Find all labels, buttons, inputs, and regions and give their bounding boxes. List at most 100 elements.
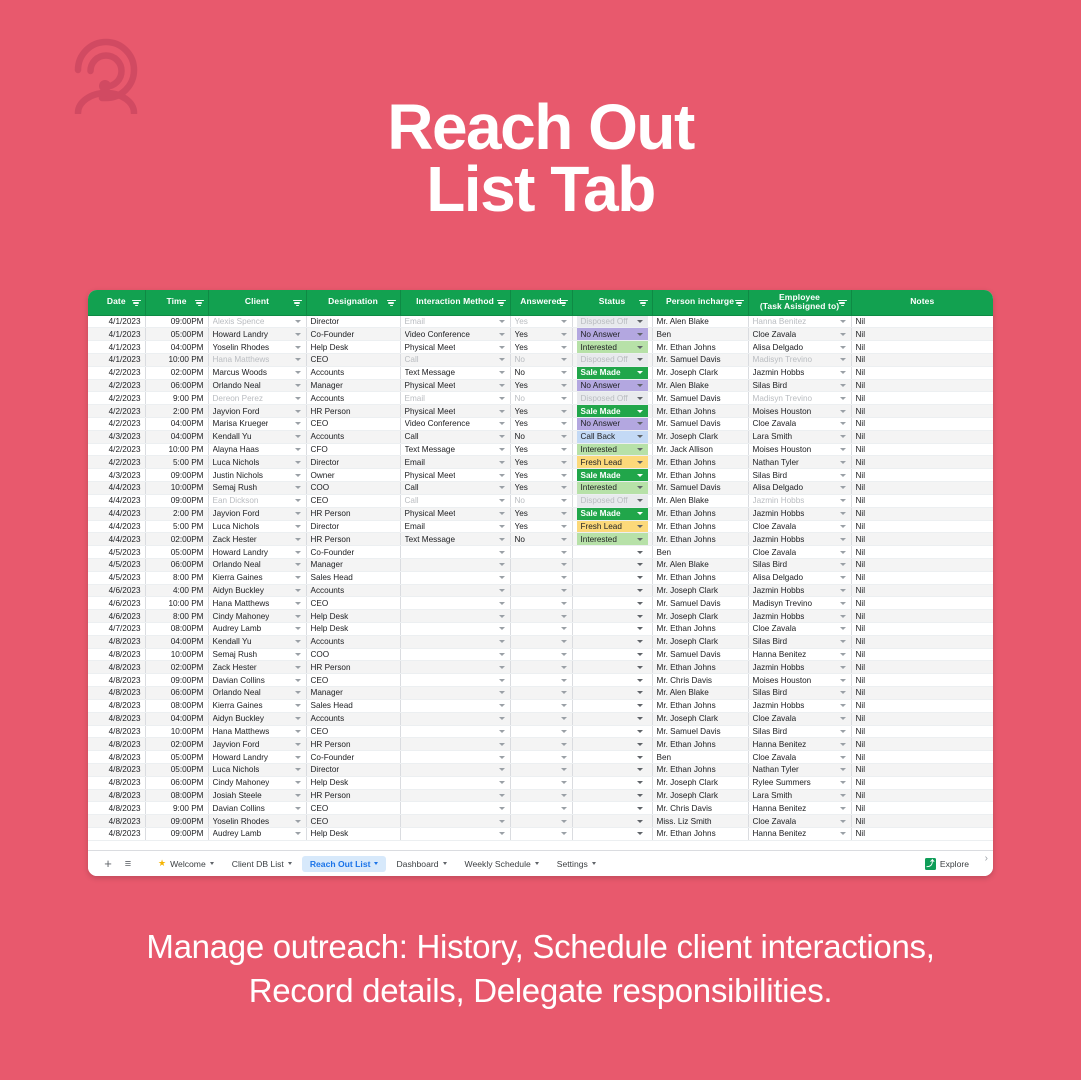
cell-answered[interactable] xyxy=(510,725,573,739)
cell-date[interactable]: 4/8/2023 xyxy=(88,827,146,841)
cell-notes[interactable]: Nil xyxy=(851,417,993,431)
chevron-down-icon[interactable] xyxy=(560,793,567,797)
cell-person-incharge[interactable]: Mr. Joseph Clark xyxy=(652,776,749,790)
cell-interaction-method[interactable]: Call xyxy=(400,430,511,444)
chevron-down-icon[interactable] xyxy=(498,588,505,592)
cell-interaction-method[interactable]: Text Message xyxy=(400,443,511,457)
filter-icon[interactable] xyxy=(496,298,506,307)
chevron-down-icon[interactable] xyxy=(294,319,301,323)
cell-client[interactable]: Justin Nichols xyxy=(208,468,307,483)
cell-answered[interactable] xyxy=(510,686,573,700)
cell-designation[interactable]: HR Person xyxy=(306,507,401,521)
chevron-down-icon[interactable] xyxy=(636,524,643,528)
chevron-down-icon[interactable] xyxy=(839,678,846,682)
col-header-designation[interactable]: Designation xyxy=(306,290,401,316)
cell-notes[interactable]: Nil xyxy=(851,737,993,752)
cell-answered[interactable] xyxy=(510,750,573,764)
chevron-down-icon[interactable] xyxy=(498,422,505,426)
cell-person-incharge[interactable]: Mr. Samuel Davis xyxy=(652,391,749,406)
filter-icon[interactable] xyxy=(131,298,141,307)
cell-notes[interactable]: Nil xyxy=(851,596,993,611)
cell-date[interactable]: 4/4/2023 xyxy=(88,494,146,508)
cell-answered[interactable]: Yes xyxy=(510,455,573,470)
cell-answered[interactable] xyxy=(510,609,573,623)
chevron-down-icon[interactable] xyxy=(294,588,301,592)
cell-notes[interactable]: Nil xyxy=(851,366,993,380)
cell-designation[interactable]: Manager xyxy=(306,558,401,572)
chevron-down-icon[interactable] xyxy=(294,781,301,785)
cell-time[interactable]: 05:00PM xyxy=(145,545,209,559)
table-row[interactable]: 4/5/2023 8:00 PM Kierra Gaines Sales Head Mr… xyxy=(88,571,993,585)
cell-interaction-method[interactable] xyxy=(400,801,511,816)
cell-date[interactable]: 4/8/2023 xyxy=(88,750,146,764)
cell-time[interactable]: 04:00PM xyxy=(145,340,209,354)
chevron-down-icon[interactable] xyxy=(560,640,567,644)
chevron-down-icon[interactable] xyxy=(636,409,643,413)
chevron-down-icon[interactable] xyxy=(560,345,567,349)
cell-status[interactable] xyxy=(572,814,653,828)
cell-date[interactable]: 4/4/2023 xyxy=(88,481,146,495)
cell-interaction-method[interactable]: Physical Meet xyxy=(400,507,511,521)
cell-time[interactable]: 10:00 PM xyxy=(145,443,209,457)
cell-time[interactable]: 09:00PM xyxy=(145,827,209,841)
cell-employee[interactable]: Silas Bird xyxy=(748,725,852,739)
chevron-down-icon[interactable] xyxy=(636,371,643,375)
chevron-down-icon[interactable] xyxy=(839,755,846,759)
cell-notes[interactable]: Nil xyxy=(851,673,993,688)
cell-client[interactable]: Yoselin Rhodes xyxy=(208,814,307,828)
sheet-tab-reach-out-list[interactable]: Reach Out List xyxy=(301,855,387,872)
chevron-down-icon[interactable] xyxy=(560,755,567,759)
sheet-tab-welcome[interactable]: ★ Welcome xyxy=(150,855,222,872)
cell-interaction-method[interactable] xyxy=(400,725,511,739)
chevron-down-icon[interactable] xyxy=(560,729,567,733)
table-row[interactable]: 4/8/2023 04:00PM Kendall Yu Accounts Mr. Jos… xyxy=(88,635,993,649)
cell-interaction-method[interactable]: Email xyxy=(400,391,511,406)
chevron-down-icon[interactable] xyxy=(839,614,846,618)
cell-designation[interactable]: Help Desk xyxy=(306,609,401,623)
chevron-down-icon[interactable] xyxy=(498,601,505,605)
cell-client[interactable]: Orlando Neal xyxy=(208,558,307,572)
cell-client[interactable]: Dereon Perez xyxy=(208,391,307,406)
filter-icon[interactable] xyxy=(194,298,204,307)
cell-interaction-method[interactable]: Email xyxy=(400,455,511,470)
cell-notes[interactable]: Nil xyxy=(851,391,993,406)
chevron-down-icon[interactable] xyxy=(294,678,301,682)
cell-designation[interactable]: CEO xyxy=(306,494,401,508)
chevron-down-icon[interactable] xyxy=(294,742,301,746)
chevron-down-icon[interactable] xyxy=(294,499,301,503)
chevron-down-icon[interactable] xyxy=(636,537,643,541)
cell-client[interactable]: Hana Matthews xyxy=(208,596,307,611)
chevron-down-icon[interactable] xyxy=(294,640,301,644)
cell-employee[interactable]: Madisyn Trevino xyxy=(748,596,852,611)
cell-employee[interactable]: Lara Smith xyxy=(748,789,852,803)
cell-status[interactable] xyxy=(572,699,653,713)
table-body[interactable]: 4/1/2023 09:00PM Alexis Spence Director Emai… xyxy=(88,315,993,841)
table-row[interactable]: 4/8/2023 09:00PM Davian Collins CEO Mr. Chri… xyxy=(88,673,993,688)
chevron-down-icon[interactable] xyxy=(294,832,301,836)
cell-employee[interactable]: Hanna Benitez xyxy=(748,801,852,816)
cell-person-incharge[interactable]: Mr. Ethan Johns xyxy=(652,571,749,585)
cell-notes[interactable]: Nil xyxy=(851,430,993,444)
cell-date[interactable]: 4/8/2023 xyxy=(88,789,146,803)
chevron-down-icon[interactable] xyxy=(636,755,643,759)
cell-person-incharge[interactable]: Mr. Samuel Davis xyxy=(652,417,749,431)
cell-status[interactable] xyxy=(572,558,653,572)
cell-person-incharge[interactable]: Mr. Ethan Johns xyxy=(652,763,749,777)
cell-time[interactable]: 8:00 PM xyxy=(145,609,209,623)
chevron-down-icon[interactable] xyxy=(498,383,505,387)
chevron-down-icon[interactable] xyxy=(839,460,846,464)
cell-employee[interactable]: Madisyn Trevino xyxy=(748,353,852,367)
cell-employee[interactable]: Moises Houston xyxy=(748,404,852,418)
cell-answered[interactable]: Yes xyxy=(510,340,573,354)
chevron-down-icon[interactable] xyxy=(636,601,643,605)
chevron-down-icon[interactable] xyxy=(498,512,505,516)
cell-designation[interactable]: Help Desk xyxy=(306,776,401,790)
col-header-answered[interactable]: Answered xyxy=(510,290,573,316)
cell-interaction-method[interactable] xyxy=(400,571,511,585)
cell-designation[interactable]: Director xyxy=(306,520,401,534)
cell-notes[interactable]: Nil xyxy=(851,468,993,483)
cell-interaction-method[interactable] xyxy=(400,699,511,713)
chevron-down-icon[interactable] xyxy=(839,486,846,490)
chevron-down-icon[interactable] xyxy=(294,371,301,375)
cell-notes[interactable]: Nil xyxy=(851,635,993,649)
